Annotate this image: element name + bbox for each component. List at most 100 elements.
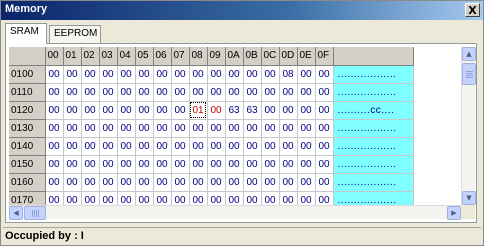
memory-cell[interactable]: 00	[81, 173, 100, 192]
memory-cell[interactable]: 00	[135, 83, 154, 102]
memory-cell[interactable]: 00	[315, 137, 334, 156]
memory-cell[interactable]: 00	[207, 137, 226, 156]
horizontal-scrollbar[interactable]: ◀ ▶	[9, 205, 461, 220]
memory-cell[interactable]: 00	[225, 191, 244, 205]
memory-cell[interactable]: 00	[99, 65, 118, 84]
memory-cell[interactable]: 00	[81, 191, 100, 205]
memory-cell[interactable]: 00	[207, 119, 226, 138]
memory-cell[interactable]: 00	[261, 101, 280, 120]
memory-cell[interactable]: 00	[225, 65, 244, 84]
memory-cell[interactable]: 00	[243, 83, 262, 102]
memory-cell[interactable]: 00	[153, 191, 172, 205]
memory-cell[interactable]: 00	[279, 83, 298, 102]
memory-grid[interactable]: 00 01 02 03 04 05 06 07 08 09 0A 0B 0C 0D 0E 0F 0100 00 0…	[9, 47, 461, 205]
memory-cell[interactable]: 00	[279, 173, 298, 192]
memory-cell[interactable]: 00	[117, 137, 136, 156]
memory-cell[interactable]: 00	[225, 173, 244, 192]
memory-cell[interactable]: 00	[297, 155, 316, 174]
memory-cell[interactable]: 00	[297, 191, 316, 205]
close-button[interactable]: X	[465, 3, 480, 17]
memory-cell[interactable]: 00	[63, 137, 82, 156]
memory-cell[interactable]: 00	[171, 173, 190, 192]
memory-cell[interactable]: 00	[45, 65, 64, 84]
memory-cell[interactable]: 00	[297, 173, 316, 192]
scroll-up-button[interactable]: ▲	[462, 47, 476, 61]
memory-cell[interactable]: 00	[117, 191, 136, 205]
memory-cell[interactable]: 00	[315, 83, 334, 102]
memory-cell[interactable]: 00	[81, 83, 100, 102]
memory-cell[interactable]: 00	[135, 155, 154, 174]
memory-cell[interactable]: 00	[297, 83, 316, 102]
memory-cell[interactable]: 00	[135, 101, 154, 120]
memory-cell[interactable]: 00	[315, 155, 334, 174]
memory-cell[interactable]: 00	[297, 101, 316, 120]
memory-cell[interactable]: 00	[63, 83, 82, 102]
memory-cell[interactable]: 00	[117, 65, 136, 84]
memory-cell[interactable]: 00	[117, 119, 136, 138]
memory-cell[interactable]: 00	[297, 119, 316, 138]
memory-cell[interactable]: 00	[171, 65, 190, 84]
memory-cell[interactable]: 00	[117, 155, 136, 174]
memory-cell[interactable]: 00	[189, 65, 208, 84]
memory-cell[interactable]: 00	[99, 155, 118, 174]
memory-cell[interactable]: 00	[153, 155, 172, 174]
memory-cell[interactable]: 00	[63, 155, 82, 174]
memory-cell[interactable]: 00	[63, 191, 82, 205]
horizontal-scroll-thumb[interactable]	[24, 206, 46, 220]
memory-cell[interactable]: 00	[315, 119, 334, 138]
memory-cell[interactable]: 00	[189, 83, 208, 102]
memory-cell[interactable]: 00	[207, 65, 226, 84]
memory-cell[interactable]: 00	[153, 65, 172, 84]
memory-cell[interactable]: 00	[63, 119, 82, 138]
memory-cell[interactable]: 01	[189, 101, 208, 120]
memory-cell[interactable]: 00	[153, 83, 172, 102]
memory-cell[interactable]: 00	[243, 191, 262, 205]
memory-cell[interactable]: 00	[261, 155, 280, 174]
memory-cell[interactable]: 00	[135, 119, 154, 138]
memory-cell[interactable]: 00	[207, 101, 226, 120]
memory-cell[interactable]: 00	[243, 65, 262, 84]
memory-cell[interactable]: 00	[99, 173, 118, 192]
memory-cell[interactable]: 00	[81, 101, 100, 120]
vertical-scrollbar[interactable]: ▲ ▼	[461, 47, 476, 205]
memory-cell[interactable]: 00	[135, 191, 154, 205]
memory-cell[interactable]: 00	[261, 191, 280, 205]
memory-cell[interactable]: 00	[279, 119, 298, 138]
memory-cell[interactable]: 00	[315, 191, 334, 205]
memory-cell[interactable]: 00	[189, 137, 208, 156]
memory-cell[interactable]: 00	[153, 173, 172, 192]
memory-cell[interactable]: 00	[261, 83, 280, 102]
memory-cell[interactable]: 00	[135, 173, 154, 192]
memory-cell[interactable]: 00	[153, 137, 172, 156]
memory-cell[interactable]: 00	[99, 101, 118, 120]
memory-cell[interactable]: 00	[243, 137, 262, 156]
memory-cell[interactable]: 00	[261, 119, 280, 138]
tab-sram[interactable]: SRAM	[5, 23, 47, 44]
memory-cell[interactable]: 00	[99, 191, 118, 205]
memory-cell[interactable]: 00	[45, 101, 64, 120]
memory-cell[interactable]: 63	[225, 101, 244, 120]
memory-cell[interactable]: 00	[117, 101, 136, 120]
memory-cell[interactable]: 00	[315, 65, 334, 84]
scroll-right-button[interactable]: ▶	[447, 206, 461, 220]
memory-cell[interactable]: 00	[243, 173, 262, 192]
memory-cell[interactable]: 00	[45, 173, 64, 192]
memory-cell[interactable]: 00	[297, 137, 316, 156]
memory-cell[interactable]: 00	[243, 155, 262, 174]
memory-cell[interactable]: 00	[279, 155, 298, 174]
memory-cell[interactable]: 63	[243, 101, 262, 120]
memory-cell[interactable]: 00	[261, 65, 280, 84]
memory-cell[interactable]: 08	[279, 65, 298, 84]
memory-cell[interactable]: 00	[117, 83, 136, 102]
memory-cell[interactable]: 00	[171, 101, 190, 120]
memory-cell[interactable]: 00	[243, 119, 262, 138]
memory-cell[interactable]: 00	[135, 137, 154, 156]
memory-cell[interactable]: 00	[63, 65, 82, 84]
memory-cell[interactable]: 00	[171, 137, 190, 156]
memory-cell[interactable]: 00	[153, 119, 172, 138]
memory-cell[interactable]: 00	[225, 119, 244, 138]
title-bar[interactable]: Memory X	[1, 1, 483, 20]
memory-cell[interactable]: 00	[99, 83, 118, 102]
memory-cell[interactable]: 00	[171, 191, 190, 205]
memory-cell[interactable]: 00	[81, 155, 100, 174]
